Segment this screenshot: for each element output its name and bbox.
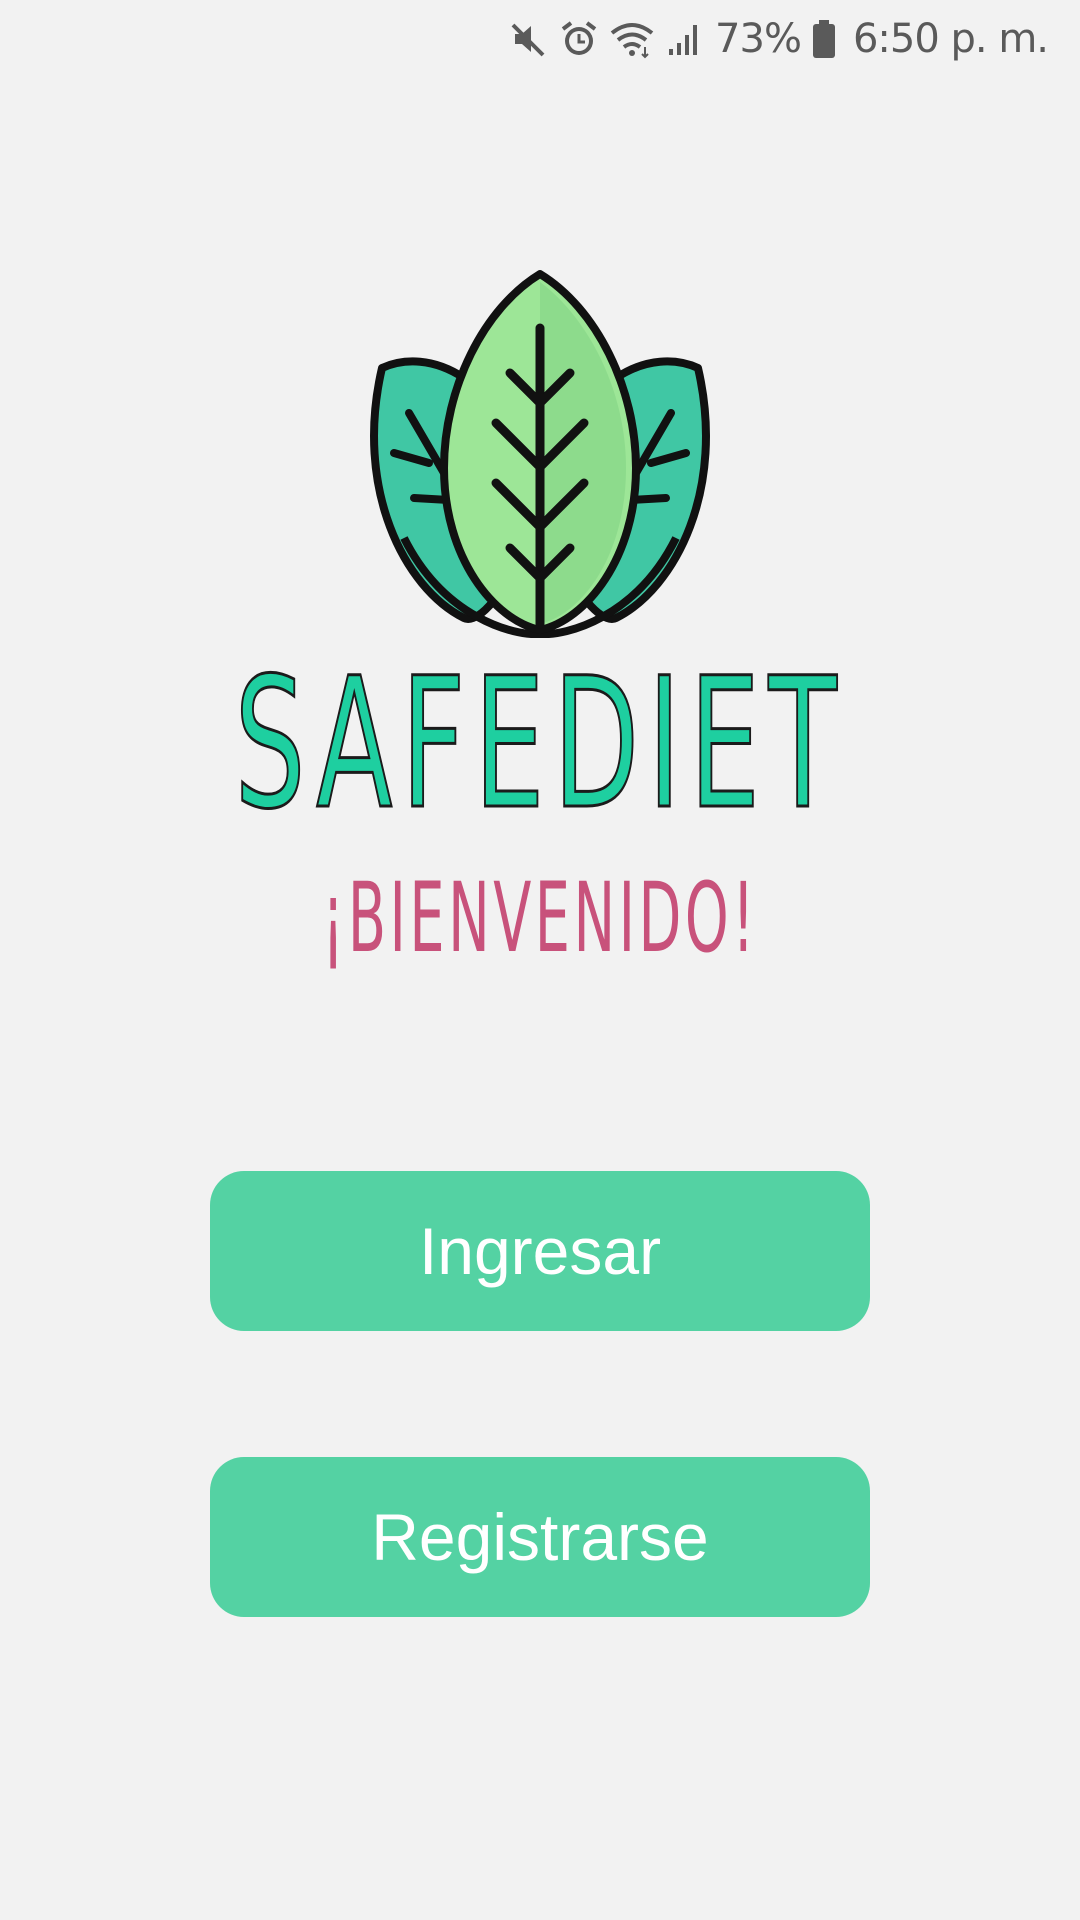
mute-icon [509,19,549,59]
status-bar: 73% 6:50 p. m. [0,0,1080,78]
battery-percent: 73% [715,16,802,62]
signal-icon [665,19,705,59]
login-button[interactable]: Ingresar [210,1171,870,1331]
welcome-text: ¡BIENVENIDO! [322,862,758,974]
wifi-icon [609,19,655,59]
app-name: SAFEDIET [234,640,846,849]
alarm-icon [559,19,599,59]
register-button[interactable]: Registrarse [210,1457,870,1617]
leaves-logo-icon [364,268,716,639]
clock: 6:50 p. m. [852,16,1049,62]
battery-icon [811,18,837,60]
status-icons: 73% 6:50 p. m. [509,12,1049,66]
